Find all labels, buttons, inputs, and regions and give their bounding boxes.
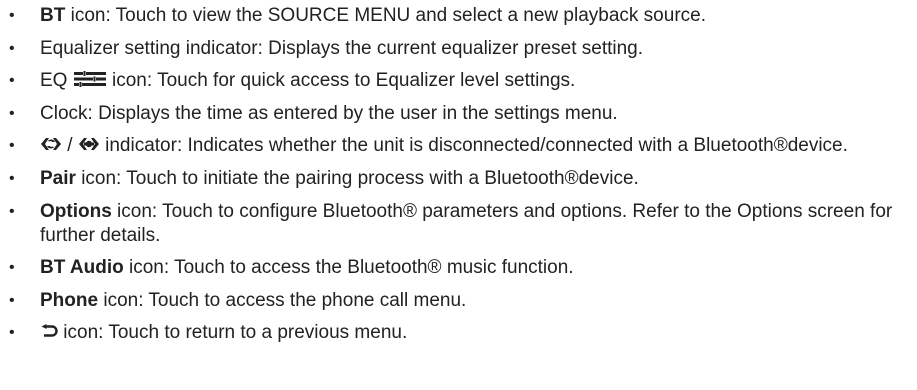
list-item-options: • Options icon: Touch to configure Bluet… xyxy=(0,200,900,248)
item-description: icon: Touch to access the phone call men… xyxy=(98,289,467,311)
bullet: • xyxy=(9,39,15,57)
bullet: • xyxy=(9,259,15,277)
bullet: • xyxy=(9,169,15,187)
list-item-return: • icon: Touch to return to a previous me… xyxy=(0,321,917,345)
list-item-eq: • EQ icon: Touch for quick access to Equ… xyxy=(0,69,917,93)
feature-list: • BT icon: Touch to view the SOURCE MENU… xyxy=(0,4,917,354)
bullet: • xyxy=(9,291,15,309)
item-prefix: EQ xyxy=(40,70,73,92)
list-item-pair: • Pair icon: Touch to initiate the pairi… xyxy=(0,167,917,191)
list-item-bt-audio: • BT Audio icon: Touch to access the Blu… xyxy=(0,256,917,280)
item-description: icon: Touch to view the SOURCE MENU and … xyxy=(65,5,706,26)
item-description: Equalizer setting indicator: Displays th… xyxy=(40,37,644,59)
bullet: • xyxy=(9,202,15,220)
bluetooth-disconnected-icon xyxy=(40,136,62,152)
item-description: indicator: Indicates whether the unit is… xyxy=(99,135,848,157)
item-term: BT xyxy=(40,5,66,26)
return-arrow-icon xyxy=(40,324,58,338)
list-item-phone: • Phone icon: Touch to access the phone … xyxy=(0,289,917,313)
list-item-bt: • BT icon: Touch to view the SOURCE MENU… xyxy=(0,4,917,28)
item-description: icon: Touch to configure Bluetooth® para… xyxy=(40,200,893,246)
item-description: Clock: Displays the time as entered by t… xyxy=(40,102,618,124)
bullet: • xyxy=(9,7,15,24)
bullet: • xyxy=(9,137,15,155)
item-term: Pair xyxy=(40,167,76,189)
list-item-equalizer-indicator: • Equalizer setting indicator: Displays … xyxy=(0,37,917,61)
item-description: icon: Touch to return to a previous menu… xyxy=(58,322,408,344)
item-separator: / xyxy=(62,135,78,157)
item-description: icon: Touch to initiate the pairing proc… xyxy=(75,167,639,189)
equalizer-bars-icon xyxy=(73,71,107,88)
bluetooth-connected-icon xyxy=(78,136,100,152)
bullet: • xyxy=(9,324,15,342)
item-term: Phone xyxy=(40,289,99,311)
list-item-clock: • Clock: Displays the time as entered by… xyxy=(0,102,917,126)
item-description: icon: Touch to access the Bluetooth® mus… xyxy=(123,257,574,279)
list-item-bluetooth-indicator: • / indicator: Indicates whether the uni… xyxy=(0,134,900,158)
item-description: icon: Touch for quick access to Equalize… xyxy=(106,70,576,92)
bullet: • xyxy=(9,72,15,90)
bullet: • xyxy=(9,104,15,122)
item-term: Options xyxy=(40,200,112,222)
item-term: BT Audio xyxy=(40,257,124,279)
